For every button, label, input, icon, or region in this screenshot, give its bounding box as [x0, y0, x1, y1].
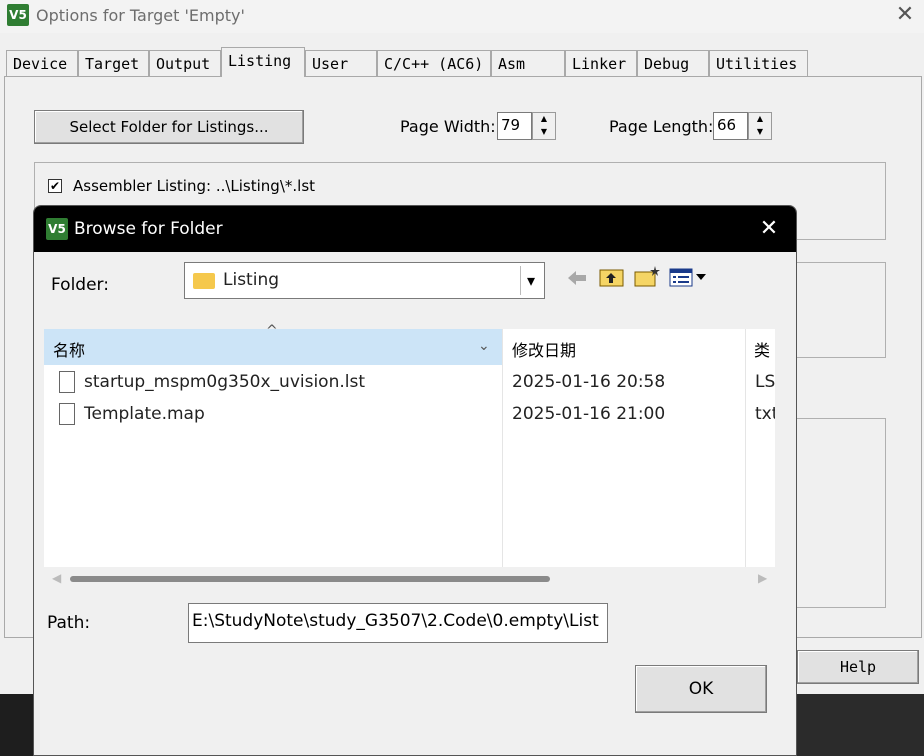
file-name: startup_mspm0g350x_uvision.lst: [84, 372, 366, 392]
column-header-date[interactable]: 修改日期: [503, 329, 744, 365]
uvision-logo-icon: V5: [7, 4, 29, 26]
file-type: LS: [755, 372, 775, 392]
tab-asm[interactable]: Asm: [491, 50, 565, 76]
dialog-titlebar: V5 Browse for Folder ✕: [34, 206, 796, 252]
column-header-type[interactable]: 类: [746, 329, 775, 365]
window-title: Options for Target 'Empty': [36, 6, 245, 25]
tab-listing[interactable]: Listing: [221, 47, 305, 77]
page-width-label: Page Width:: [400, 117, 496, 136]
column-header-name-label: 名称: [53, 341, 86, 360]
scroll-right-icon[interactable]: ▶: [758, 571, 767, 585]
chevron-down-icon[interactable]: ▾: [520, 266, 541, 295]
column-header-name[interactable]: 名称 ^ ⌄: [44, 323, 502, 365]
browse-folder-dialog: V5 Browse for Folder ✕ Folder: Listing ▾…: [33, 205, 797, 756]
column-header-date-label: 修改日期: [512, 341, 577, 360]
spin-up-icon[interactable]: ▲: [533, 113, 555, 126]
folder-label: Folder:: [51, 275, 109, 295]
close-icon[interactable]: ✕: [894, 4, 916, 26]
table-row[interactable]: Template.map 2025-01-16 21:00 txt: [44, 401, 775, 431]
table-row[interactable]: startup_mspm0g350x_uvision.lst 2025-01-1…: [44, 369, 775, 399]
ok-button[interactable]: OK: [635, 665, 767, 713]
file-list[interactable]: 名称 ^ ⌄ 修改日期 类 startup_mspm0g350x_uvision…: [44, 323, 775, 589]
tab-utilities[interactable]: Utilities: [709, 50, 808, 76]
close-icon[interactable]: ✕: [756, 216, 782, 242]
spin-up-icon[interactable]: ▲: [749, 113, 771, 126]
tab-device[interactable]: Device: [6, 50, 78, 76]
page-length-stepper[interactable]: ▲ ▼: [748, 112, 772, 140]
file-type: txt: [755, 404, 775, 424]
scrollbar-thumb[interactable]: [70, 576, 550, 582]
page-width-stepper[interactable]: ▲ ▼: [532, 112, 556, 140]
chevron-down-icon[interactable]: ⌄: [478, 338, 490, 354]
tab-output[interactable]: Output: [149, 50, 221, 76]
page-width-input[interactable]: 79: [497, 112, 532, 140]
folder-combo[interactable]: Listing ▾: [184, 262, 545, 299]
tab-user[interactable]: User: [305, 50, 377, 76]
tab-linker[interactable]: Linker: [565, 50, 637, 76]
background-strip: [0, 694, 33, 756]
file-name: Template.map: [84, 404, 205, 424]
tab-target[interactable]: Target: [78, 50, 149, 76]
tab-debug[interactable]: Debug: [637, 50, 709, 76]
page-length-input[interactable]: 66: [713, 112, 748, 140]
tab-c-cpp[interactable]: C/C++ (AC6): [377, 50, 491, 76]
file-icon: [59, 403, 75, 425]
file-icon: [59, 371, 75, 393]
horizontal-scrollbar[interactable]: ◀ ▶: [44, 569, 775, 589]
assembler-listing-checkbox[interactable]: ✔: [48, 179, 62, 193]
main-titlebar: V5 Options for Target 'Empty' ✕: [0, 0, 924, 33]
file-date: 2025-01-16 20:58: [512, 372, 666, 392]
path-input[interactable]: E:\StudyNote\study_G3507\2.Code\0.empty\…: [188, 603, 608, 643]
help-button[interactable]: Help: [797, 650, 919, 684]
uvision-logo-icon: V5: [46, 218, 68, 240]
spin-down-icon[interactable]: ▼: [533, 126, 555, 139]
scroll-left-icon[interactable]: ◀: [52, 571, 61, 585]
column-header-type-label: 类: [754, 341, 771, 360]
sort-ascending-icon: ^: [266, 323, 278, 339]
dialog-title: Browse for Folder: [74, 219, 223, 239]
file-date: 2025-01-16 21:00: [512, 404, 666, 424]
view-menu-icon[interactable]: [669, 268, 709, 288]
path-label: Path:: [47, 613, 91, 633]
spin-down-icon[interactable]: ▼: [749, 126, 771, 139]
select-folder-button[interactable]: Select Folder for Listings...: [34, 110, 304, 144]
up-folder-icon[interactable]: [599, 266, 625, 288]
folder-icon: [193, 273, 215, 289]
assembler-listing-label: Assembler Listing: ..\Listing\*.lst: [73, 177, 316, 195]
new-folder-icon[interactable]: [634, 264, 662, 288]
back-arrow-icon[interactable]: [566, 268, 588, 288]
folder-combo-value: Listing: [223, 270, 280, 290]
page-length-label: Page Length:: [609, 117, 714, 136]
